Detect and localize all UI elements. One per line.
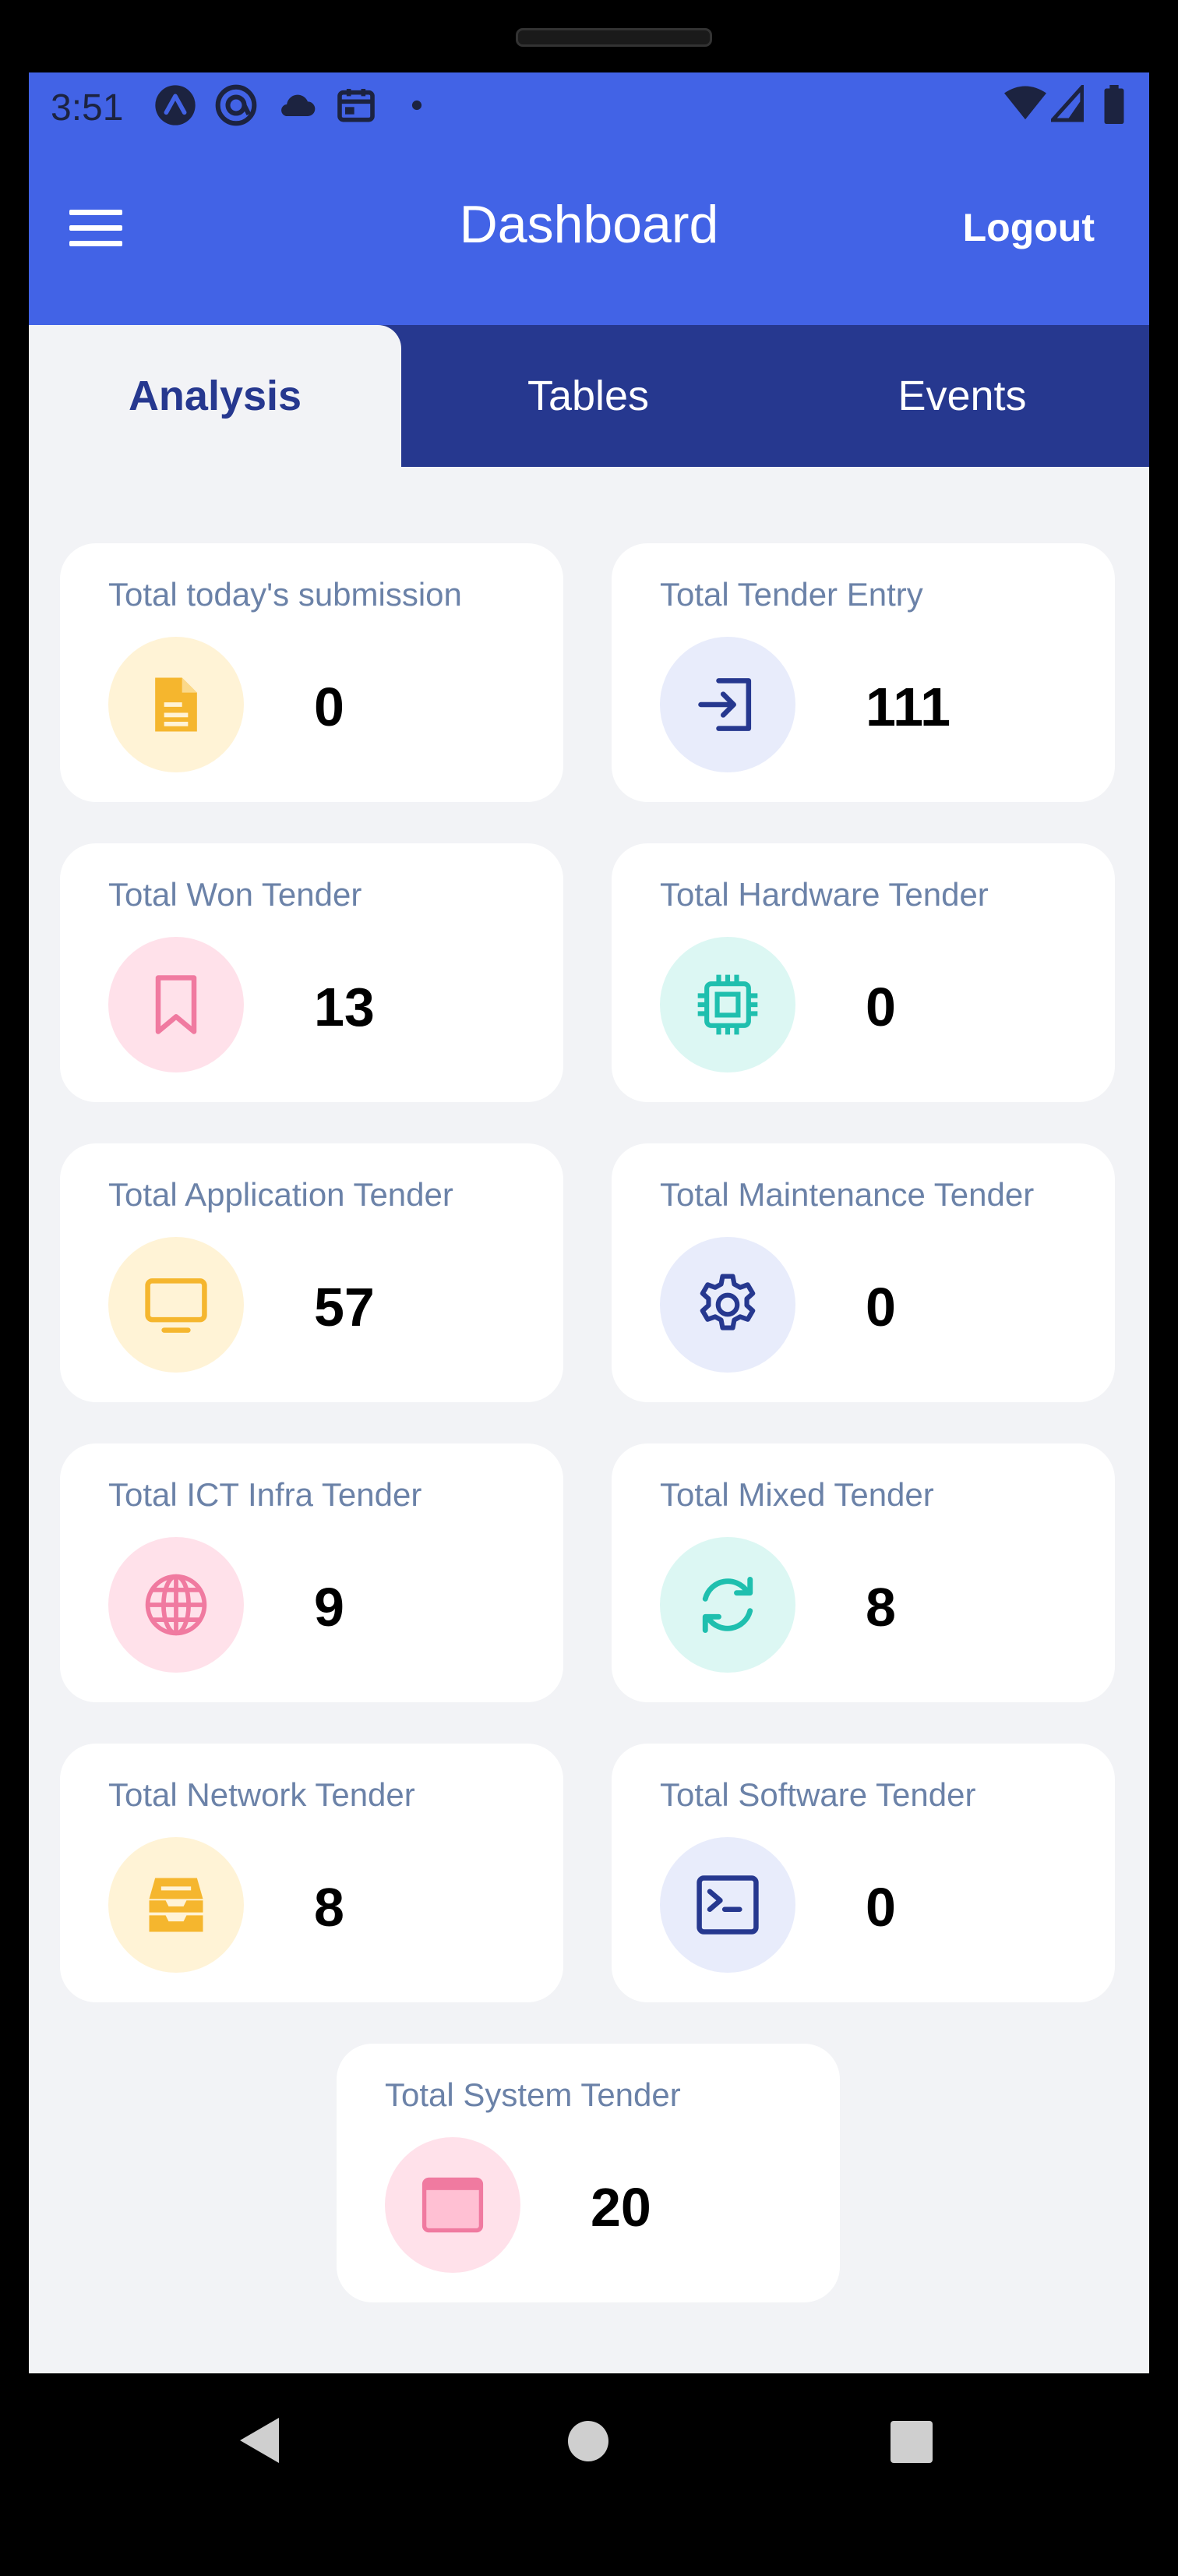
card-label: Total Software Tender	[660, 1776, 976, 1813]
status-time: 3:51	[51, 87, 124, 129]
home-icon[interactable]	[567, 2420, 609, 2462]
card-label: Total Hardware Tender	[660, 876, 989, 913]
card-label: Total Network Tender	[108, 1776, 415, 1813]
card-label: Total Won Tender	[108, 876, 362, 913]
calendar-icon	[333, 82, 379, 129]
card-won-tender[interactable]: Total Won Tender 13	[60, 843, 563, 1102]
wifi-icon	[1004, 85, 1046, 126]
refresh-icon	[702, 1576, 753, 1634]
app-header: 3:51 Dashboard Logout	[29, 72, 1149, 325]
card-mixed-tender[interactable]: Total Mixed Tender 8	[612, 1443, 1115, 1702]
window-icon	[421, 2177, 484, 2233]
card-value: 57	[314, 1277, 375, 1337]
app-a-icon	[152, 82, 199, 129]
card-hardware-tender[interactable]: Total Hardware Tender 0	[612, 843, 1115, 1102]
card-value: 8	[866, 1577, 896, 1638]
document-icon	[155, 677, 197, 732]
android-nav-bar	[0, 2373, 1178, 2576]
card-label: Total Tender Entry	[660, 576, 923, 613]
sign-in-icon	[698, 678, 752, 731]
tab-bar: Analysis Tables Events	[29, 325, 1149, 467]
card-software-tender[interactable]: Total Software Tender 0	[612, 1744, 1115, 2002]
card-maintenance-tender[interactable]: Total Maintenance Tender 0	[612, 1143, 1115, 1402]
card-icon-circle	[108, 1537, 244, 1673]
card-label: Total Application Tender	[108, 1176, 453, 1213]
card-icon-circle	[108, 1837, 244, 1973]
card-value: 9	[314, 1577, 344, 1638]
phone-speaker	[516, 28, 712, 47]
card-icon-circle	[108, 937, 244, 1072]
tab-tables[interactable]: Tables	[401, 325, 775, 467]
terminal-icon	[697, 1875, 759, 1935]
dot-icon	[393, 82, 440, 129]
card-application-tender[interactable]: Total Application Tender 57	[60, 1143, 563, 1402]
card-todays-submission[interactable]: Total today's submission 0	[60, 543, 563, 802]
card-label: Total ICT Infra Tender	[108, 1476, 422, 1513]
card-value: 8	[314, 1877, 344, 1938]
logout-button[interactable]: Logout	[963, 205, 1095, 250]
card-icon-circle	[385, 2137, 520, 2273]
gear-icon	[700, 1274, 756, 1330]
card-label: Total today's submission	[108, 576, 462, 613]
tab-events[interactable]: Events	[775, 325, 1149, 467]
recents-icon[interactable]	[891, 2421, 933, 2463]
card-icon-circle	[108, 1237, 244, 1373]
card-icon-circle	[108, 637, 244, 772]
battery-icon	[1102, 85, 1126, 128]
card-icon-circle	[660, 1237, 795, 1373]
monitor-icon	[145, 1278, 207, 1333]
card-icon-circle	[660, 637, 795, 772]
card-label: Total Mixed Tender	[660, 1476, 934, 1513]
app-screen: 3:51 Dashboard Logout Analysis Tables Ev…	[29, 72, 1149, 2373]
inbox-icon	[149, 1878, 203, 1932]
card-value: 111	[866, 677, 951, 737]
globe-icon	[145, 1574, 207, 1636]
card-label: Total Maintenance Tender	[660, 1176, 1035, 1213]
card-value: 0	[866, 1877, 896, 1938]
card-system-tender[interactable]: Total System Tender 20	[337, 2044, 840, 2302]
card-icon-circle	[660, 1537, 795, 1673]
status-bar: 3:51	[29, 72, 1149, 158]
signal-icon	[1048, 82, 1085, 126]
card-value: 0	[866, 977, 896, 1037]
card-value: 0	[866, 1277, 896, 1337]
chip-icon	[697, 974, 758, 1035]
card-value: 20	[591, 2177, 651, 2238]
at-icon	[213, 82, 259, 129]
card-ict-infra-tender[interactable]: Total ICT Infra Tender 9	[60, 1443, 563, 1702]
back-icon[interactable]	[238, 2416, 280, 2465]
bookmark-icon	[155, 975, 197, 1034]
card-label: Total System Tender	[385, 2076, 681, 2113]
card-tender-entry[interactable]: Total Tender Entry 111	[612, 543, 1115, 802]
tab-analysis[interactable]: Analysis	[29, 325, 401, 467]
card-icon-circle	[660, 1837, 795, 1973]
card-value: 0	[314, 677, 344, 737]
card-value: 13	[314, 977, 375, 1037]
card-icon-circle	[660, 937, 795, 1072]
cloud-icon	[273, 82, 320, 129]
card-network-tender[interactable]: Total Network Tender 8	[60, 1744, 563, 2002]
